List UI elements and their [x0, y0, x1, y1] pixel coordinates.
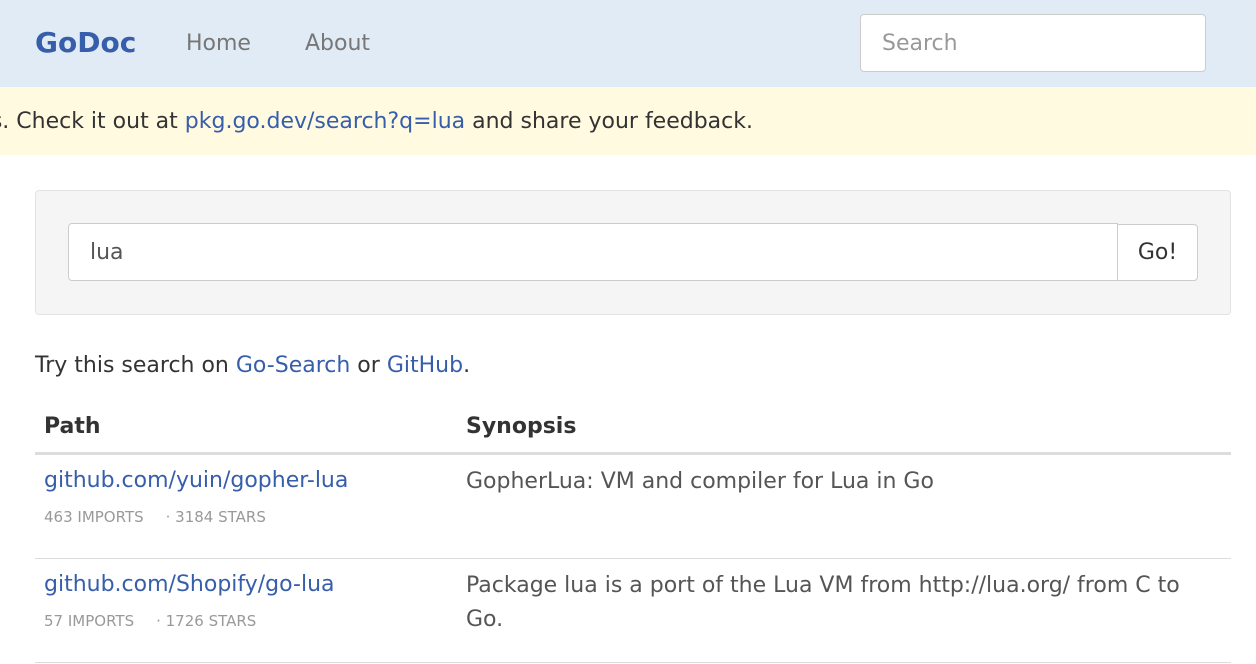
github-link[interactable]: GitHub: [387, 353, 463, 378]
nav-home-link[interactable]: Home: [186, 28, 251, 60]
package-synopsis: GopherLua: VM and compiler for Lua in Go: [466, 469, 934, 494]
banner-pkg-go-dev-link[interactable]: pkg.go.dev/search?q=lua: [185, 109, 465, 134]
try-suffix: .: [463, 353, 471, 378]
alternate-search-line: Try this search on Go-Search or GitHub.: [35, 350, 470, 382]
results-table: Path Synopsis github.com/yuin/gopher-lua…: [35, 403, 1231, 663]
go-search-link[interactable]: Go-Search: [236, 353, 350, 378]
table-row: github.com/yuin/gopher-lua 463 IMPORTS · …: [35, 455, 1231, 559]
banner-text-before: s. Check it out at: [0, 109, 185, 134]
banner-message: s. Check it out at pkg.go.dev/search?q=l…: [0, 106, 753, 138]
try-prefix: Try this search on: [35, 353, 236, 378]
package-path-link[interactable]: github.com/yuin/gopher-lua: [44, 465, 348, 497]
package-stats: 57 IMPORTS · 1726 STARS: [44, 610, 256, 632]
brand-logo[interactable]: GoDoc: [35, 24, 136, 62]
announcement-banner: s. Check it out at pkg.go.dev/search?q=l…: [0, 87, 1256, 155]
imports-count: 57 IMPORTS: [44, 612, 135, 630]
results-table-header: Path Synopsis: [35, 403, 1231, 455]
stars-count: · 3184 STARS: [165, 508, 266, 526]
package-synopsis: Package lua is a port of the Lua VM from…: [466, 573, 1180, 632]
table-row: github.com/Shopify/go-lua 57 IMPORTS · 17…: [35, 559, 1231, 663]
search-form: Go!: [35, 190, 1231, 315]
package-path-link[interactable]: github.com/Shopify/go-lua: [44, 569, 335, 601]
main-search-input[interactable]: [68, 223, 1118, 281]
package-stats: 463 IMPORTS · 3184 STARS: [44, 506, 266, 528]
nav-about-link[interactable]: About: [305, 28, 370, 60]
imports-count: 463 IMPORTS: [44, 508, 144, 526]
path-column-header: Path: [44, 414, 101, 439]
navbar: GoDoc Home About: [0, 0, 1256, 87]
navbar-search-input[interactable]: [860, 14, 1206, 72]
go-button[interactable]: Go!: [1117, 224, 1198, 281]
banner-text-after: and share your feedback.: [465, 109, 753, 134]
try-middle: or: [350, 353, 387, 378]
stars-count: · 1726 STARS: [156, 612, 257, 630]
synopsis-column-header: Synopsis: [466, 414, 577, 439]
